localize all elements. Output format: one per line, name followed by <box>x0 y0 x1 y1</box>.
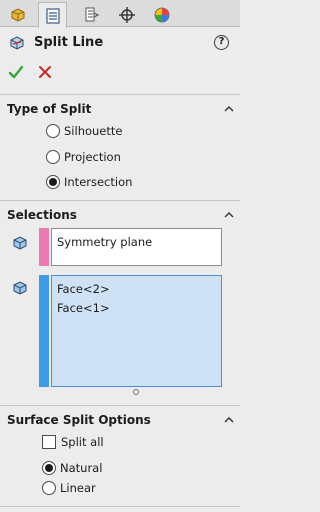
radio-label: Silhouette <box>64 124 123 138</box>
plane-selection-color-swatch <box>39 228 49 266</box>
radio-label: Intersection <box>64 175 133 189</box>
help-button[interactable]: ? <box>214 35 229 50</box>
ok-cancel-bar <box>0 62 240 84</box>
configuration-manager-icon <box>85 7 99 21</box>
radio-natural[interactable]: Natural <box>42 459 102 477</box>
manager-tab-bar <box>0 0 240 28</box>
radio-button[interactable] <box>42 481 56 495</box>
tab-display-manager[interactable] <box>147 2 176 27</box>
tab-dimxpert-manager[interactable] <box>112 2 141 27</box>
chevron-up-icon[interactable] <box>223 210 235 220</box>
ok-checkmark-icon[interactable] <box>8 64 24 80</box>
chevron-up-icon[interactable] <box>223 104 235 114</box>
list-item[interactable]: Symmetry plane <box>57 233 216 252</box>
radio-projection[interactable]: Projection <box>46 148 121 166</box>
face-selection-icon <box>13 281 27 295</box>
checkbox-split-all[interactable]: Split all <box>42 433 104 451</box>
dimxpert-icon <box>118 6 135 23</box>
radio-button-selected[interactable] <box>42 461 56 475</box>
radio-button[interactable] <box>46 124 60 138</box>
tab-feature-manager[interactable] <box>3 2 32 27</box>
tab-property-manager[interactable] <box>38 2 67 28</box>
plane-selection-box[interactable]: Symmetry plane <box>51 228 222 266</box>
radio-label: Linear <box>60 481 96 495</box>
face-selection-color-swatch <box>39 275 49 387</box>
feature-manager-icon <box>11 7 24 22</box>
list-item[interactable]: Face<2> <box>57 280 216 299</box>
divider <box>0 405 240 406</box>
divider <box>0 200 240 201</box>
face-selection-box[interactable]: Face<2> Face<1> <box>51 275 222 387</box>
radio-intersection[interactable]: Intersection <box>46 173 132 191</box>
radio-label: Projection <box>64 150 121 164</box>
checkbox-label: Split all <box>61 435 104 449</box>
radio-label: Natural <box>60 461 103 475</box>
radio-button-selected[interactable] <box>46 175 60 189</box>
split-line-icon <box>10 36 24 50</box>
radio-linear[interactable]: Linear <box>42 479 96 497</box>
plane-selection-icon <box>13 236 27 250</box>
section-selections-header[interactable]: Selections <box>7 208 77 222</box>
radio-silhouette[interactable]: Silhouette <box>46 122 122 140</box>
cancel-x-icon[interactable] <box>38 65 52 79</box>
tab-configuration-manager[interactable] <box>77 2 106 27</box>
property-manager-icon <box>45 7 60 24</box>
divider <box>0 94 240 95</box>
page-title: Split Line <box>34 35 104 50</box>
radio-button[interactable] <box>46 150 60 164</box>
section-type-of-split-header[interactable]: Type of Split <box>7 102 91 116</box>
checkbox[interactable] <box>42 435 56 449</box>
display-manager-icon <box>154 7 169 22</box>
section-surface-split-options-header[interactable]: Surface Split Options <box>7 413 151 427</box>
property-manager-header: Split Line ? <box>0 30 240 58</box>
chevron-up-icon[interactable] <box>223 415 235 425</box>
list-item[interactable]: Face<1> <box>57 299 216 318</box>
divider <box>0 506 240 507</box>
resize-grip-handle[interactable] <box>133 389 139 395</box>
